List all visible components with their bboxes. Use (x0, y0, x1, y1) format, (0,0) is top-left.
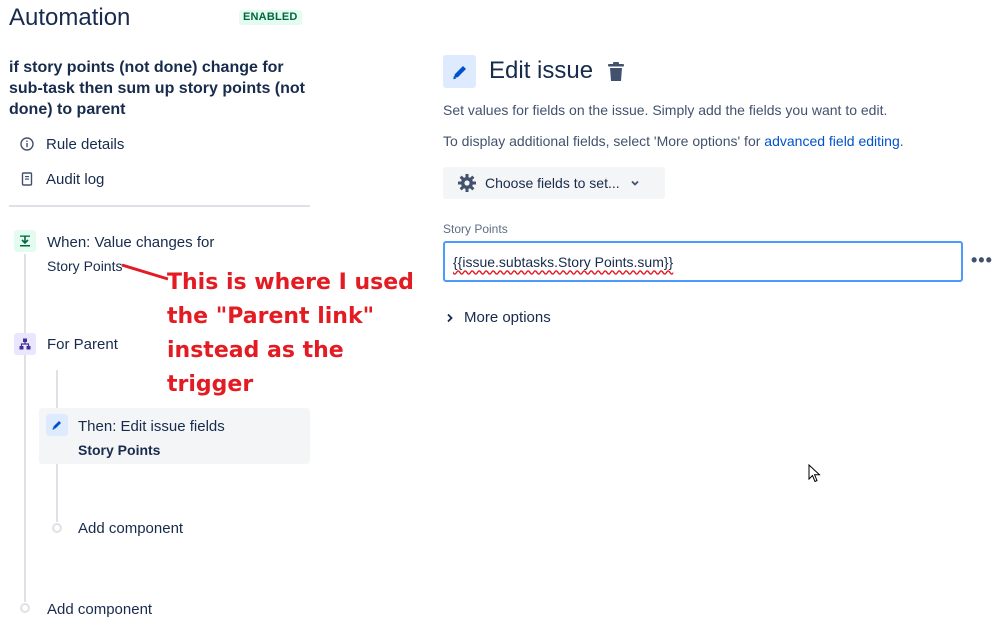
story-points-label: Story Points (443, 222, 508, 236)
more-options-toggle[interactable]: More options (446, 309, 551, 326)
status-badge: ENABLED (239, 10, 302, 25)
info-icon (18, 135, 36, 153)
rule-details-link[interactable]: Rule details (18, 133, 124, 155)
choose-fields-label: Choose fields to set... (485, 175, 620, 191)
chevron-down-icon (631, 180, 639, 186)
add-component-inner[interactable]: Add component (78, 520, 183, 537)
action-field: Story Points (78, 442, 161, 458)
detail-description-advanced: To display additional fields, select 'Mo… (443, 133, 904, 149)
branch-step[interactable]: For Parent (47, 336, 118, 353)
rule-details-label: Rule details (46, 135, 125, 153)
mouse-cursor-icon (808, 464, 821, 483)
advanced-field-editing-link[interactable]: advanced field editing (764, 133, 899, 149)
choose-fields-button[interactable]: Choose fields to set... (443, 167, 665, 199)
story-points-input[interactable]: {{issue.subtasks.Story Points.sum}} (443, 241, 963, 282)
audit-log-label: Audit log (46, 170, 105, 188)
pencil-icon (443, 55, 476, 88)
rule-name: if story points (not done) change for su… (9, 59, 306, 118)
annotation-line: instead as the trigger (167, 338, 344, 397)
add-component-outer[interactable]: Add component (47, 601, 152, 618)
add-component-dot (20, 603, 30, 613)
annotation-text: This is where I used the "Parent link" i… (167, 266, 427, 402)
branch-icon (14, 333, 36, 355)
more-options-label: More options (464, 309, 551, 326)
flow-connector (24, 254, 26, 602)
annotation-line: This is where I used (167, 270, 414, 295)
desc-text: To display additional fields, select 'Mo… (443, 133, 765, 149)
story-points-value: {{issue.subtasks.Story Points.sum}} (453, 253, 674, 270)
trash-icon[interactable] (606, 61, 626, 83)
trigger-field: Story Points (47, 258, 123, 274)
pencil-icon (46, 414, 68, 436)
gear-icon (458, 174, 476, 192)
document-icon (18, 170, 36, 188)
page-title: Automation (9, 4, 131, 31)
divider (9, 205, 310, 207)
chevron-right-icon (447, 313, 453, 322)
trigger-step[interactable]: When: Value changes for (47, 234, 214, 251)
action-step: Then: Edit issue fields (78, 418, 225, 435)
desc-suffix: . (899, 133, 904, 149)
detail-description: Set values for fields on the issue. Simp… (443, 102, 888, 118)
audit-log-link[interactable]: Audit log (18, 168, 104, 190)
annotation-line: the "Parent link" (167, 304, 375, 329)
add-component-dot (52, 523, 62, 533)
more-actions-button[interactable]: ••• (971, 250, 993, 271)
detail-title: Edit issue (489, 57, 594, 84)
trigger-icon (14, 230, 36, 252)
